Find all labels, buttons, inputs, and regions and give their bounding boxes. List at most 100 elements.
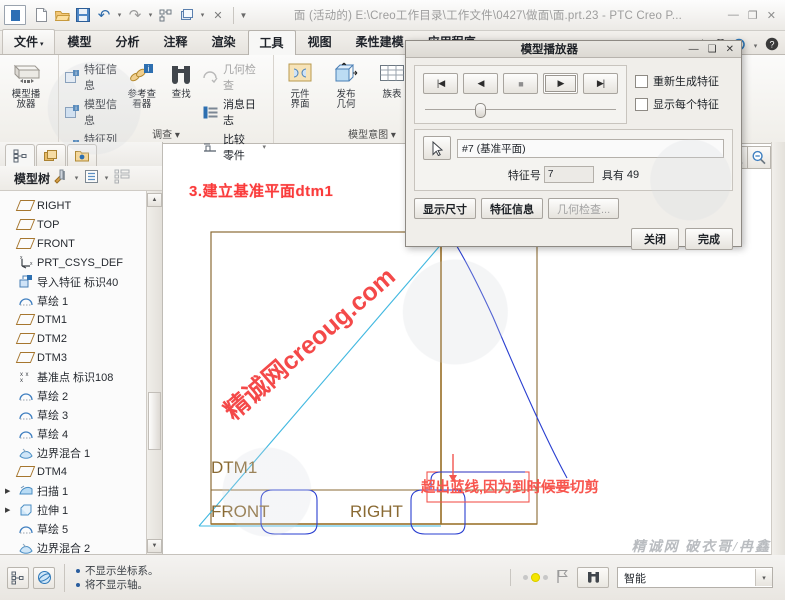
slider-thumb[interactable] bbox=[474, 103, 486, 118]
filter-icon[interactable] bbox=[114, 169, 130, 187]
previous-feature-button[interactable]: ◀ bbox=[463, 73, 498, 94]
message-log-button[interactable]: 消息日志 bbox=[201, 95, 270, 129]
undo-icon[interactable]: ↶ bbox=[94, 5, 114, 25]
tree-item[interactable]: DTM3 bbox=[6, 348, 146, 367]
play-button[interactable]: ▶ bbox=[543, 73, 578, 94]
undo-caret-icon[interactable]: ▾ bbox=[115, 11, 124, 19]
component-interface-button[interactable]: 元件 界面 bbox=[277, 57, 323, 110]
redo-caret-icon[interactable]: ▾ bbox=[146, 11, 155, 19]
tree-item[interactable]: 导入特征 标识40 bbox=[6, 272, 146, 291]
dialog-minimize-button[interactable]: — bbox=[689, 44, 699, 55]
tree-list[interactable]: RIGHT TOP FRONT x x PRT_CSYS_DEF 导入特征 标识40… bbox=[0, 191, 162, 555]
tree-item[interactable]: FRONT bbox=[6, 234, 146, 253]
tree-item[interactable]: ▶ 拉伸 1 bbox=[5, 500, 146, 519]
restore-button[interactable]: ❐ bbox=[748, 9, 758, 22]
tree-scrollbar[interactable]: ▲ ▼ bbox=[146, 191, 162, 555]
tree-item[interactable]: 草绘 5 bbox=[6, 519, 146, 538]
show-each-feature-checkbox[interactable]: 显示每个特征 bbox=[635, 96, 733, 112]
zoom-out-icon[interactable] bbox=[747, 146, 771, 169]
help-icon[interactable]: ? bbox=[765, 37, 779, 54]
finish-button[interactable]: 完成 bbox=[685, 228, 733, 250]
layer-tree-tab[interactable] bbox=[36, 144, 66, 166]
close-dialog-button[interactable]: 关闭 bbox=[631, 228, 679, 250]
save-icon[interactable] bbox=[73, 5, 93, 25]
tools-caret-icon[interactable]: ▾ bbox=[72, 174, 81, 182]
selection-filter-dropdown[interactable]: 智能 ▾ bbox=[617, 567, 773, 588]
feature-info-label: 特征信息 bbox=[84, 64, 117, 92]
window-caret-icon[interactable]: ▾ bbox=[198, 11, 207, 19]
select-arrow-icon[interactable] bbox=[423, 136, 451, 160]
last-feature-button[interactable]: ▶| bbox=[583, 73, 618, 94]
close-button[interactable]: ✕ bbox=[767, 9, 776, 22]
tree-item[interactable]: x x PRT_CSYS_DEF bbox=[6, 253, 146, 272]
tab-analysis[interactable]: 分析 bbox=[104, 29, 152, 54]
tree-item[interactable]: RIGHT bbox=[6, 196, 146, 215]
open-folder-icon[interactable] bbox=[52, 5, 72, 25]
scroll-down-icon[interactable]: ▼ bbox=[147, 539, 162, 553]
find-button[interactable]: 查找 bbox=[161, 57, 200, 100]
search-tool-button[interactable] bbox=[577, 567, 609, 588]
feature-name-field[interactable]: #7 (基准平面) bbox=[457, 138, 724, 158]
feature-slider[interactable] bbox=[425, 103, 616, 118]
expander[interactable]: ▶ bbox=[5, 487, 14, 495]
regenerate-features-checkbox[interactable]: 重新生成特征 bbox=[635, 73, 733, 89]
model-info-icon: i bbox=[64, 105, 80, 120]
close-window-icon[interactable]: ✕ bbox=[208, 5, 228, 25]
tree-item[interactable]: x x x 基准点 标识108 bbox=[6, 367, 146, 386]
publish-geometry-button[interactable]: 发布 几何 bbox=[323, 57, 369, 110]
tab-annotate[interactable]: 注释 bbox=[152, 29, 200, 54]
tree-item[interactable]: 草绘 3 bbox=[6, 405, 146, 424]
model-player-button[interactable]: 模型播 放器 bbox=[3, 57, 49, 110]
redo-icon[interactable]: ↷ bbox=[125, 5, 145, 25]
stop-button[interactable]: ■ bbox=[503, 73, 538, 94]
datum-display-icon[interactable] bbox=[7, 566, 29, 589]
tree-item[interactable]: DTM1 bbox=[6, 310, 146, 329]
show-dimensions-button[interactable]: 显示尺寸 bbox=[414, 198, 476, 219]
tree-item[interactable]: 边界混合 1 bbox=[6, 443, 146, 462]
chevron-down-icon[interactable]: ▾ bbox=[755, 569, 772, 586]
tab-file[interactable]: 文件 ▾ bbox=[2, 29, 56, 54]
dialog-title-bar[interactable]: 模型播放器 — ❑ ✕ bbox=[406, 41, 741, 58]
spin-center-icon[interactable] bbox=[33, 566, 55, 589]
compare-part-caret-icon[interactable]: ▾ bbox=[262, 143, 266, 151]
tree-item[interactable]: TOP bbox=[6, 215, 146, 234]
expander[interactable]: ▶ bbox=[5, 506, 14, 514]
qat-more-icon[interactable]: ▼ bbox=[239, 11, 248, 20]
refresh-caret-icon[interactable]: ▾ bbox=[751, 42, 760, 50]
tree-item[interactable]: DTM2 bbox=[6, 329, 146, 348]
tools-icon[interactable] bbox=[53, 169, 69, 187]
dialog-close-button[interactable]: ✕ bbox=[726, 44, 734, 55]
tree-item[interactable]: ▶ 扫描 1 bbox=[5, 481, 146, 500]
graphics-scrollbar[interactable] bbox=[771, 142, 785, 555]
geometry-check-button[interactable]: 几何检查 bbox=[201, 60, 270, 94]
model-tree-tab[interactable] bbox=[5, 144, 35, 166]
regenerate-icon[interactable] bbox=[156, 5, 176, 25]
scroll-up-icon[interactable]: ▲ bbox=[147, 193, 162, 207]
feature-info-button[interactable]: 特征信息 bbox=[481, 198, 543, 219]
tree-item[interactable]: 边界混合 2 bbox=[6, 538, 146, 555]
list-caret-icon[interactable]: ▾ bbox=[102, 174, 111, 182]
reference-viewer-button[interactable]: i 参考查 看器 bbox=[122, 57, 161, 110]
first-feature-button[interactable]: |◀ bbox=[423, 73, 458, 94]
feature-info-button[interactable]: i 特征信息 bbox=[62, 60, 122, 94]
tab-model[interactable]: 模型 bbox=[55, 29, 103, 54]
tree-item[interactable]: 草绘 1 bbox=[6, 291, 146, 310]
window-icon[interactable] bbox=[177, 5, 197, 25]
model-info-button[interactable]: i 模型信息 bbox=[62, 95, 122, 129]
minimize-button[interactable]: — bbox=[728, 9, 739, 21]
list-icon[interactable] bbox=[84, 169, 99, 187]
tree-item[interactable]: DTM4 bbox=[6, 462, 146, 481]
tree-item[interactable]: 草绘 2 bbox=[6, 386, 146, 405]
feature-number-input[interactable]: 7 bbox=[543, 166, 594, 183]
flag-icon[interactable] bbox=[556, 569, 569, 587]
geometry-check-button[interactable]: 几何检查... bbox=[548, 198, 620, 219]
dialog-maximize-button[interactable]: ❑ bbox=[708, 44, 717, 55]
new-file-icon[interactable] bbox=[31, 5, 51, 25]
tab-view[interactable]: 视图 bbox=[296, 29, 344, 54]
tab-render[interactable]: 渲染 bbox=[200, 29, 248, 54]
tab-tools[interactable]: 工具 bbox=[247, 30, 296, 55]
model-player-dialog[interactable]: 模型播放器 — ❑ ✕ |◀ ◀ ■ ▶ ▶| 重新生成特征 显示每个特征 #7… bbox=[405, 40, 742, 250]
tree-item[interactable]: 草绘 4 bbox=[6, 424, 146, 443]
folder-tab[interactable] bbox=[67, 144, 97, 166]
scroll-thumb[interactable] bbox=[148, 392, 161, 450]
